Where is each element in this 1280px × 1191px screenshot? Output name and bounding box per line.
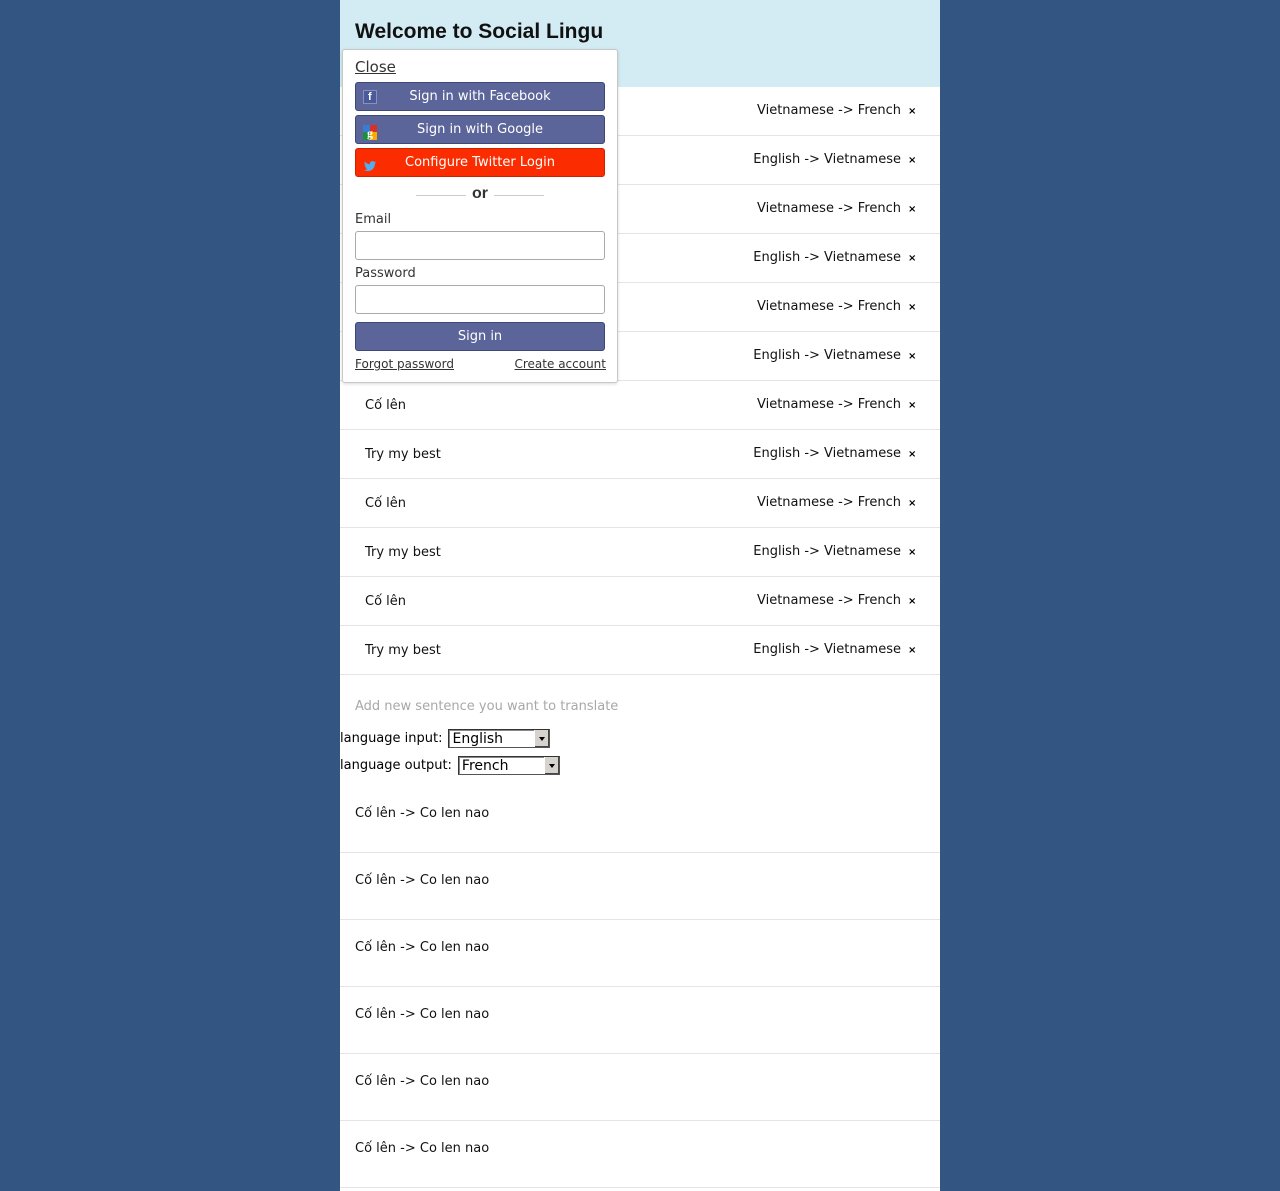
sentence-row[interactable]: Try my best English -> Vietnamese × (340, 626, 940, 675)
facebook-signin-button[interactable]: Sign in with Facebook (355, 82, 605, 111)
translation-list: Cố lên -> Co len nao Cố lên -> Co len na… (340, 786, 940, 1188)
add-sentence-input[interactable] (355, 696, 915, 716)
login-popup: Close Sign in with Facebook g Sign in wi… (342, 49, 618, 383)
remove-icon[interactable]: × (908, 597, 916, 607)
language-input-selected: English (452, 731, 504, 747)
create-account-link[interactable]: Create account (515, 357, 607, 371)
language-output-label: language output: (340, 758, 452, 773)
twitter-icon (363, 156, 377, 172)
language-output-select[interactable]: French (457, 756, 560, 775)
remove-icon[interactable]: × (908, 499, 916, 509)
sentence-text: Cố lên (365, 496, 407, 511)
sentence-row[interactable]: Try my best English -> Vietnamese × (340, 430, 940, 479)
translation-text: Cố lên -> Co len nao (355, 1007, 490, 1022)
sentence-language-pair: Vietnamese -> French (756, 397, 901, 412)
translation-row: Cố lên -> Co len nao (340, 920, 940, 987)
remove-icon[interactable]: × (908, 254, 916, 264)
chevron-down-icon[interactable] (534, 730, 550, 747)
sentence-language-pair: English -> Vietnamese (753, 250, 901, 265)
svg-text:g: g (367, 126, 373, 140)
translation-row: Cố lên -> Co len nao (340, 1054, 940, 1121)
translation-row: Cố lên -> Co len nao (340, 786, 940, 853)
sentence-language-pair: Vietnamese -> French (756, 103, 901, 118)
translation-text: Cố lên -> Co len nao (355, 940, 490, 955)
remove-icon[interactable]: × (908, 646, 916, 656)
language-input-select[interactable]: English (448, 729, 551, 748)
remove-icon[interactable]: × (908, 352, 916, 362)
sentence-language-pair: English -> Vietnamese (753, 544, 901, 559)
translation-row: Cố lên -> Co len nao (340, 1121, 940, 1188)
password-label: Password (355, 266, 416, 281)
remove-icon[interactable]: × (908, 548, 916, 558)
sentence-text: Try my best (365, 447, 441, 462)
translation-text: Cố lên -> Co len nao (355, 1141, 490, 1156)
sentence-language-pair: Vietnamese -> French (756, 201, 901, 216)
translation-row: Cố lên -> Co len nao (340, 987, 940, 1054)
translation-row: Cố lên -> Co len nao (340, 853, 940, 920)
email-label: Email (355, 212, 392, 227)
sentence-language-pair: Vietnamese -> French (756, 495, 901, 510)
language-input-label: language input: (340, 731, 443, 746)
facebook-signin-label: Sign in with Facebook (409, 89, 551, 104)
signin-button[interactable]: Sign in (355, 322, 605, 351)
translation-text: Cố lên -> Co len nao (355, 806, 490, 821)
sentence-language-pair: English -> Vietnamese (753, 348, 901, 363)
page-title: Welcome to Social Lingu (355, 20, 604, 43)
google-icon: g (363, 123, 377, 140)
translation-text: Cố lên -> Co len nao (355, 1074, 490, 1089)
password-field[interactable] (355, 285, 605, 314)
close-link[interactable]: Close (355, 58, 396, 76)
email-field[interactable] (355, 231, 605, 260)
remove-icon[interactable]: × (908, 401, 916, 411)
sentence-language-pair: English -> Vietnamese (753, 642, 901, 657)
sentence-text: Try my best (365, 643, 441, 658)
facebook-icon (363, 89, 377, 105)
sentence-row[interactable]: Cố lên Vietnamese -> French × (340, 479, 940, 528)
sentence-language-pair: Vietnamese -> French (756, 593, 901, 608)
remove-icon[interactable]: × (908, 205, 916, 215)
language-output-selected: French (461, 758, 509, 774)
remove-icon[interactable]: × (908, 303, 916, 313)
sentence-row[interactable]: Try my best English -> Vietnamese × (340, 528, 940, 577)
google-signin-button[interactable]: g Sign in with Google (355, 115, 605, 144)
language-input-row: language input: English (340, 729, 551, 748)
sentence-row[interactable]: Cố lên Vietnamese -> French × (340, 381, 940, 430)
chevron-down-icon[interactable] (543, 757, 559, 774)
sentence-row[interactable]: Cố lên Vietnamese -> French × (340, 577, 940, 626)
or-divider: or (355, 185, 605, 204)
sentence-language-pair: English -> Vietnamese (753, 446, 901, 461)
remove-icon[interactable]: × (908, 107, 916, 117)
language-output-row: language output: French (340, 756, 560, 775)
twitter-signin-label: Configure Twitter Login (405, 155, 555, 170)
divider-line (494, 195, 544, 196)
twitter-signin-button[interactable]: Configure Twitter Login (355, 148, 605, 177)
sentence-text: Cố lên (365, 398, 407, 413)
forgot-password-link[interactable]: Forgot password (355, 357, 454, 371)
google-signin-label: Sign in with Google (416, 122, 544, 137)
sentence-text: Cố lên (365, 594, 407, 609)
translation-text: Cố lên -> Co len nao (355, 873, 490, 888)
sentence-text: Try my best (365, 545, 441, 560)
remove-icon[interactable]: × (908, 156, 916, 166)
divider-text: or (472, 185, 488, 202)
sentence-language-pair: English -> Vietnamese (753, 152, 901, 167)
remove-icon[interactable]: × (908, 450, 916, 460)
sentence-language-pair: Vietnamese -> French (756, 299, 901, 314)
